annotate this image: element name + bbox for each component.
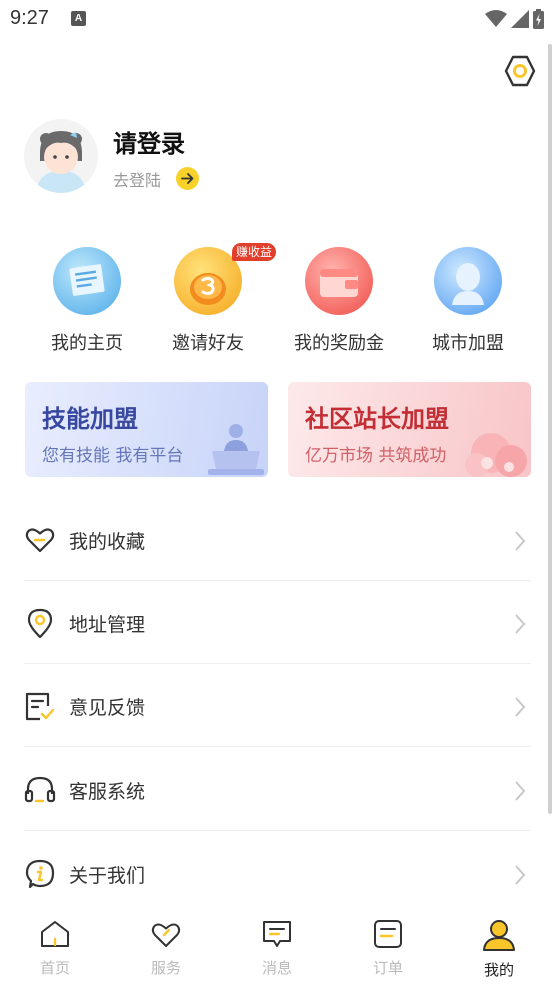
- feedback-icon: [25, 692, 55, 721]
- status-time: 9:27: [10, 7, 49, 29]
- quick-label: 我的主页: [51, 333, 123, 354]
- headset-icon: [24, 776, 56, 803]
- tab-label: 订单: [372, 959, 403, 977]
- tab-service[interactable]: 服务: [121, 919, 211, 978]
- menu-label: 关于我们: [69, 865, 146, 887]
- tab-orders[interactable]: 订单: [343, 919, 433, 978]
- menu-label: 客服系统: [69, 781, 146, 803]
- quick-label: 邀请好友: [172, 333, 244, 354]
- avatar[interactable]: [24, 119, 98, 193]
- home-icon: [41, 921, 69, 947]
- menu-feedback[interactable]: 意见反馈: [24, 664, 531, 747]
- banner-subtitle: 您有技能 我有平台: [42, 446, 184, 466]
- quick-label: 我的奖励金: [294, 333, 384, 354]
- signal-icon: [511, 10, 529, 28]
- tab-label: 首页: [39, 959, 70, 977]
- scrollbar[interactable]: [548, 44, 552, 814]
- menu-about-us[interactable]: 关于我们: [24, 832, 531, 915]
- settings-button[interactable]: [503, 54, 537, 88]
- message-icon: [263, 921, 291, 947]
- heart-icon: [151, 923, 181, 947]
- tab-label: 消息: [261, 959, 292, 977]
- chevron-right-icon: [515, 865, 526, 885]
- podium-speaker-icon: [208, 424, 264, 475]
- quick-city-join[interactable]: 城市加盟: [413, 247, 523, 355]
- tab-label: 我的: [483, 961, 514, 979]
- battery-icon: [533, 9, 544, 29]
- banner-title: 技能加盟: [42, 405, 138, 433]
- quick-homepage[interactable]: 我的主页: [32, 247, 142, 355]
- cloud-icon: [465, 433, 527, 477]
- location-pin-icon: [27, 608, 53, 639]
- arrow-right-icon: [181, 173, 194, 184]
- order-icon: [374, 920, 402, 948]
- skill-join-banner[interactable]: 技能加盟 您有技能 我有平台: [25, 382, 268, 477]
- bottom-tab-bar: 首页 服务 消息 订单 我的: [0, 905, 554, 985]
- banner-title: 社区站长加盟: [305, 405, 449, 433]
- info-icon: [25, 859, 55, 889]
- notification-icon: A: [71, 11, 86, 26]
- wallet-icon: [305, 247, 373, 315]
- menu-label: 地址管理: [69, 614, 146, 636]
- quick-label: 城市加盟: [432, 333, 504, 354]
- chevron-right-icon: [515, 614, 526, 634]
- user-icon: [483, 920, 515, 951]
- tab-label: 服务: [150, 959, 181, 977]
- status-bar: 9:27 A: [0, 0, 554, 38]
- heart-icon: [25, 528, 55, 553]
- chevron-right-icon: [515, 697, 526, 717]
- menu-favorites[interactable]: 我的收藏: [24, 498, 531, 581]
- menu-label: 意见反馈: [69, 697, 146, 719]
- earn-badge: 赚收益: [232, 243, 277, 261]
- quick-rewards[interactable]: 我的奖励金: [284, 247, 394, 355]
- person-avatar-icon: [434, 247, 502, 315]
- chevron-right-icon: [515, 531, 526, 551]
- tab-mine[interactable]: 我的: [454, 919, 544, 980]
- settings-icon: [504, 55, 536, 87]
- community-join-banner[interactable]: 社区站长加盟 亿万市场 共筑成功: [288, 382, 531, 477]
- homepage-icon: [53, 247, 121, 315]
- go-login-button[interactable]: [176, 167, 199, 190]
- login-link[interactable]: 去登陆: [113, 167, 161, 191]
- menu-customer-service[interactable]: 客服系统: [24, 748, 531, 831]
- chevron-right-icon: [515, 781, 526, 801]
- tab-home[interactable]: 首页: [10, 919, 100, 978]
- login-title[interactable]: 请登录: [113, 124, 185, 159]
- tab-messages[interactable]: 消息: [232, 919, 322, 978]
- menu-address[interactable]: 地址管理: [24, 581, 531, 664]
- menu-label: 我的收藏: [69, 531, 146, 553]
- quick-invite[interactable]: 邀请好友: [153, 247, 263, 355]
- default-avatar-icon: [36, 131, 86, 193]
- wifi-icon: [485, 10, 507, 27]
- status-icons: [485, 8, 544, 30]
- banner-subtitle: 亿万市场 共筑成功: [305, 446, 447, 466]
